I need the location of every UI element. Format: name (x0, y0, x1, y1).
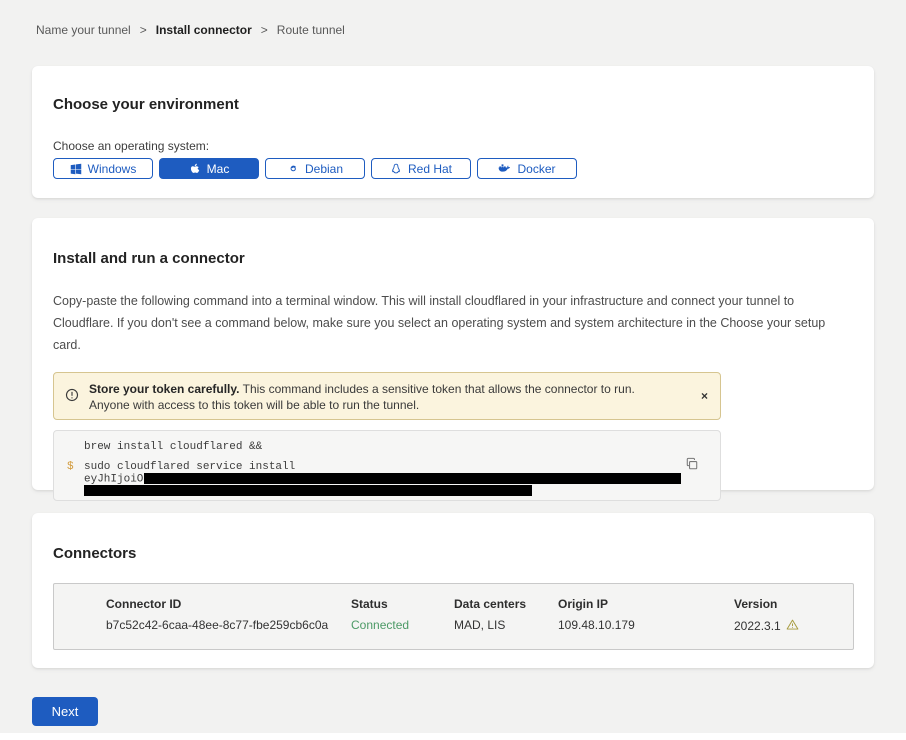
debian-swirl-icon (287, 163, 299, 175)
table-header-row: Connector ID Status Data centers Origin … (106, 597, 853, 611)
os-button-label: Docker (517, 162, 555, 176)
column-header-data-centers: Data centers (454, 597, 558, 611)
connectors-table: Connector ID Status Data centers Origin … (53, 583, 854, 650)
os-button-windows[interactable]: Windows (53, 158, 153, 179)
os-button-group: Windows Mac Debian Red Hat Docker (53, 158, 853, 179)
connector-id-value: b7c52c42-6caa-48ee-8c77-fbe259cb6c0a (106, 618, 351, 634)
os-button-mac[interactable]: Mac (159, 158, 259, 179)
connectors-card-title: Connectors (53, 545, 853, 562)
install-card-title: Install and run a connector (53, 250, 846, 267)
column-header-version: Version (734, 597, 853, 611)
breadcrumb-item-route-tunnel[interactable]: Route tunnel (277, 23, 345, 37)
version-warning-icon (786, 618, 799, 634)
os-button-debian[interactable]: Debian (265, 158, 365, 179)
command-token-line: eyJhIjoiO (84, 473, 681, 485)
redacted-token-bar (84, 485, 532, 496)
os-button-redhat[interactable]: Red Hat (371, 158, 471, 179)
data-centers-value: MAD, LIS (454, 618, 558, 634)
origin-ip-value: 109.48.10.179 (558, 618, 734, 634)
environment-card: Choose your environment Choose an operat… (32, 66, 874, 198)
apple-icon (189, 163, 201, 175)
os-button-docker[interactable]: Docker (477, 158, 577, 179)
footer-strip (0, 733, 906, 740)
close-warning-button[interactable]: × (701, 389, 708, 403)
shell-prompt: $ (67, 461, 74, 473)
next-button[interactable]: Next (32, 697, 98, 726)
breadcrumb-item-install-connector[interactable]: Install connector (156, 23, 252, 37)
alert-circle-icon (65, 388, 79, 407)
column-header-status: Status (351, 597, 454, 611)
token-prefix: eyJhIjoiO (84, 473, 143, 485)
environment-card-title: Choose your environment (53, 96, 853, 113)
install-description: Copy-paste the following command into a … (53, 290, 848, 356)
copy-icon (685, 459, 699, 474)
os-button-label: Red Hat (408, 162, 452, 176)
breadcrumb-separator: > (261, 23, 268, 37)
os-button-label: Debian (305, 162, 343, 176)
version-value: 2022.3.1 (734, 619, 781, 633)
docker-whale-icon (498, 163, 511, 174)
breadcrumb-separator: > (140, 23, 147, 37)
breadcrumb: Name your tunnel > Install connector > R… (0, 0, 906, 37)
token-warning-text: Store your token carefully. This command… (89, 381, 664, 413)
install-command-block: brew install cloudflared && $ sudo cloud… (53, 430, 721, 501)
redacted-token-bar (144, 473, 681, 484)
token-warning-banner: Store your token carefully. This command… (53, 372, 721, 420)
os-button-label: Windows (88, 162, 137, 176)
breadcrumb-item-name-your-tunnel[interactable]: Name your tunnel (36, 23, 131, 37)
copy-command-button[interactable] (685, 457, 699, 474)
command-line-1: brew install cloudflared && (84, 441, 262, 453)
column-header-connector-id: Connector ID (106, 597, 351, 611)
os-select-label: Choose an operating system: (53, 139, 853, 153)
column-header-origin-ip: Origin IP (558, 597, 734, 611)
table-row: b7c52c42-6caa-48ee-8c77-fbe259cb6c0a Con… (106, 618, 853, 634)
command-line-2: sudo cloudflared service install (84, 461, 295, 473)
token-warning-bold: Store your token carefully. (89, 382, 240, 396)
install-connector-card: Install and run a connector Copy-paste t… (32, 218, 874, 490)
connectors-card: Connectors Connector ID Status Data cent… (32, 513, 874, 668)
linux-tux-icon (390, 163, 402, 175)
os-button-label: Mac (207, 162, 230, 176)
windows-icon (70, 163, 82, 175)
status-badge: Connected (351, 618, 454, 634)
